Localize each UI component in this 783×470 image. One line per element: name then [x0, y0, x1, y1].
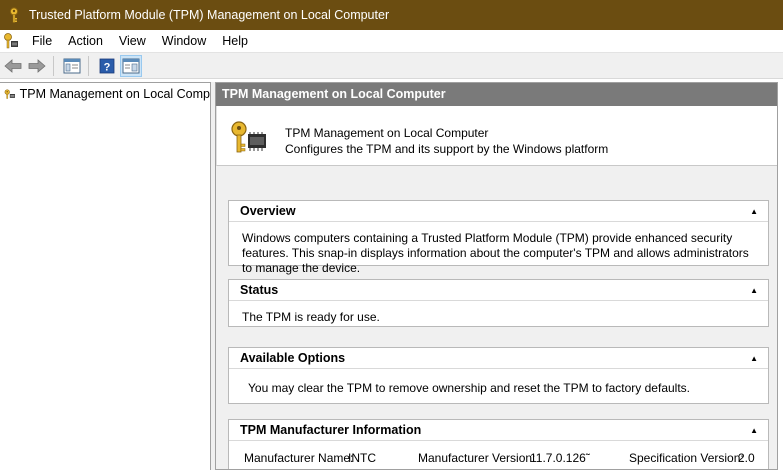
manufacturer-section: TPM Manufacturer Information ▲ Manufactu…	[228, 419, 769, 469]
toolbar: ?	[0, 52, 783, 79]
back-button[interactable]	[2, 55, 24, 77]
overview-section: Overview ▲ Windows computers containing …	[228, 200, 769, 275]
manufacturer-name-label: Manufacturer Name:	[244, 451, 354, 465]
menu-action[interactable]: Action	[60, 30, 111, 52]
tpm-node-icon	[4, 89, 15, 99]
manufacturer-name-value: INTC	[348, 451, 376, 465]
specification-version-value: 2.0	[738, 451, 755, 465]
tpm-app-icon[interactable]	[3, 33, 19, 49]
manufacturer-header[interactable]: TPM Manufacturer Information ▲	[229, 420, 768, 441]
collapse-arrow-icon[interactable]: ▲	[750, 286, 758, 295]
status-title: Status	[240, 283, 279, 297]
specification-version-label: Specification Version:	[629, 451, 744, 465]
collapse-arrow-icon[interactable]: ▲	[750, 426, 758, 435]
forward-arrow-icon	[28, 58, 46, 73]
show-hide-console-tree-icon	[63, 58, 81, 73]
status-section: Status ▲ The TPM is ready for use.	[228, 279, 769, 327]
manufacturer-title: TPM Manufacturer Information	[240, 423, 422, 437]
title-bar: Trusted Platform Module (TPM) Management…	[0, 0, 783, 30]
tpm-large-icon	[231, 121, 266, 153]
available-options-header[interactable]: Available Options ▲	[229, 348, 768, 369]
manufacturer-version-value: 11.7.0.126˜	[530, 451, 590, 465]
menu-bar: File Action View Window Help	[0, 30, 783, 52]
back-arrow-icon	[4, 58, 22, 73]
svg-text:?: ?	[104, 61, 111, 73]
toolbar-separator	[88, 55, 89, 76]
available-options-title: Available Options	[240, 351, 346, 365]
intro-description: Configures the TPM and its support by th…	[285, 142, 609, 156]
show-action-pane-icon	[122, 58, 140, 73]
help-icon: ?	[99, 58, 115, 73]
window-title: Trusted Platform Module (TPM) Management…	[29, 8, 390, 22]
tree-item-tpm-management[interactable]: TPM Management on Local Comp	[0, 83, 210, 105]
overview-header[interactable]: Overview ▲	[229, 201, 768, 222]
console-tree: TPM Management on Local Comp	[0, 82, 211, 470]
status-header[interactable]: Status ▲	[229, 280, 768, 301]
toolbar-separator	[53, 55, 54, 76]
help-button[interactable]: ?	[96, 55, 118, 77]
collapse-arrow-icon[interactable]: ▲	[750, 354, 758, 363]
overview-title: Overview	[240, 204, 296, 218]
show-action-pane-button[interactable]	[120, 54, 142, 77]
manufacturer-version-label: Manufacturer Version:	[418, 451, 536, 465]
content-body: TPM Management on Local Computer Configu…	[216, 106, 777, 469]
status-text: The TPM is ready for use.	[242, 310, 380, 324]
content-header: TPM Management on Local Computer	[216, 83, 777, 106]
overview-text: Windows computers containing a Trusted P…	[242, 231, 749, 275]
menu-view[interactable]: View	[111, 30, 154, 52]
menu-window[interactable]: Window	[154, 30, 214, 52]
forward-button[interactable]	[26, 55, 48, 77]
intro-panel: TPM Management on Local Computer Configu…	[216, 106, 777, 166]
available-options-section: Available Options ▲ You may clear the TP…	[228, 347, 769, 404]
menu-file[interactable]: File	[24, 30, 60, 52]
show-hide-console-tree-button[interactable]	[61, 55, 83, 77]
intro-title: TPM Management on Local Computer	[285, 126, 489, 140]
available-options-text: You may clear the TPM to remove ownershi…	[248, 381, 690, 395]
content-pane: TPM Management on Local Computer TPM Man…	[215, 82, 778, 470]
key-icon	[9, 7, 19, 23]
menu-help[interactable]: Help	[214, 30, 256, 52]
manufacturer-info-row: Manufacturer Name: INTC Manufacturer Ver…	[229, 441, 768, 465]
collapse-arrow-icon[interactable]: ▲	[750, 207, 758, 216]
tree-item-label: TPM Management on Local Comp	[19, 87, 210, 101]
